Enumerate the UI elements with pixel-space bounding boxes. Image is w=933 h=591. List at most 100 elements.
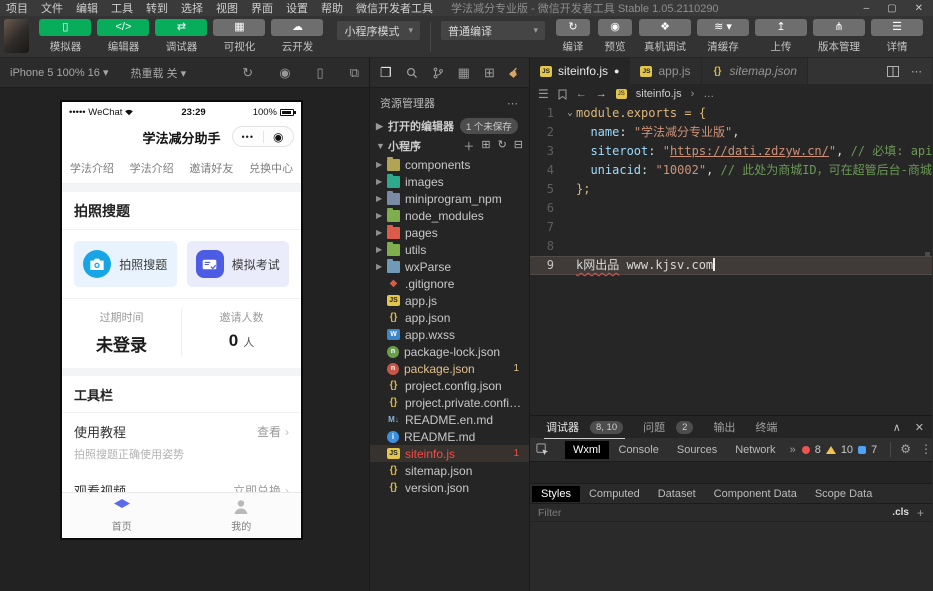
tree-row[interactable]: ▶ pages [370, 224, 529, 241]
panel-tab-问题[interactable]: 问题 2 [635, 416, 701, 438]
record-icon[interactable]: ◉ [279, 65, 290, 81]
collapse-icon[interactable]: ∧ [893, 421, 901, 434]
menu-item[interactable]: 微信开发者工具 [356, 0, 433, 16]
breadcrumb-more[interactable]: … [703, 88, 714, 100]
tree-row[interactable]: {} sitemap.json [370, 462, 529, 479]
refresh-icon[interactable]: ↻ [498, 138, 507, 154]
more-actions-icon[interactable]: ⋯ [507, 97, 519, 110]
menu-item[interactable]: 项目 [6, 0, 28, 16]
mini-tab-item[interactable]: 邀请好友 [189, 160, 233, 176]
action-上传[interactable]: ↥ 上传 [753, 19, 809, 54]
minimize-button[interactable]: – [864, 3, 870, 14]
back-icon[interactable]: ← [576, 88, 587, 100]
inspector-tab-scope-data[interactable]: Scope Data [806, 486, 881, 502]
panel-tab-输出[interactable]: 输出 [705, 416, 743, 438]
tree-row[interactable]: {} app.json [370, 309, 529, 326]
device-select[interactable]: iPhone 5 100% 16 ▾ [10, 66, 109, 79]
code-editor[interactable]: 1 ⌄ module.exports = {2 name: "学法减分专业版", 3 … [530, 104, 932, 415]
maximize-button[interactable]: ▢ [887, 3, 896, 14]
extensions-icon[interactable]: ▦ [458, 65, 470, 81]
tree-row[interactable]: ▶ miniprogram_npm [370, 190, 529, 207]
mock-exam-button[interactable]: 模拟考试 [186, 241, 289, 287]
devtools-tab-wxml[interactable]: Wxml [565, 440, 609, 459]
capsule-exit-button[interactable]: ◉ [264, 130, 294, 144]
action-编译[interactable]: ↻ 编译 [553, 19, 593, 54]
code-line[interactable]: 1 ⌄ module.exports = { [530, 104, 932, 123]
inspector-tab-computed[interactable]: Computed [580, 486, 649, 502]
tabbar-home[interactable]: 首页 [62, 493, 182, 538]
photo-search-button[interactable]: 拍照搜题 [74, 241, 177, 287]
bookmark-icon[interactable] [558, 89, 567, 100]
list-item[interactable]: 使用教程 查看 › [62, 413, 301, 443]
add-class-icon[interactable]: + [917, 506, 924, 520]
menu-item[interactable]: 设置 [286, 0, 308, 16]
menu-item[interactable]: 工具 [111, 0, 133, 16]
devtools-tab-sources[interactable]: Sources [669, 441, 725, 459]
tree-row[interactable]: Wapp.wxss [370, 326, 529, 343]
code-line[interactable]: 8 [530, 237, 932, 256]
hand-icon[interactable]: ☛ [505, 63, 525, 83]
code-line[interactable]: 5}; [530, 180, 932, 199]
code-line[interactable]: 2 name: "学法减分专业版", [530, 123, 932, 142]
tree-row[interactable]: ▶ images [370, 173, 529, 190]
close-button[interactable]: ✕ [915, 3, 923, 14]
panel-tab-调试器[interactable]: 调试器 8, 10 [538, 416, 631, 439]
tree-row[interactable]: n package-lock.json [370, 343, 529, 360]
tree-row[interactable]: ▶ components [370, 156, 529, 173]
tree-row[interactable]: i README.md [370, 428, 529, 445]
refresh-icon[interactable]: ↻ [242, 65, 253, 81]
mini-tab-item[interactable]: 兑换中心 [249, 160, 293, 176]
source-control-icon[interactable] [432, 67, 444, 79]
action-真机调试[interactable]: ❖ 真机调试 [637, 19, 693, 54]
tree-row[interactable]: JS app.js [370, 292, 529, 309]
collapse-all-icon[interactable]: ⊟ [514, 138, 523, 154]
devtools-tab-console[interactable]: Console [611, 441, 667, 459]
action-版本管理[interactable]: ⋔ 版本管理 [811, 19, 867, 54]
npm-scripts-icon[interactable]: ⊞ [484, 65, 495, 81]
avatar[interactable] [4, 19, 30, 53]
code-line[interactable]: 7 [530, 218, 932, 237]
fold-icon[interactable]: ⌄ [564, 104, 576, 123]
code-line[interactable]: 6 [530, 199, 932, 218]
tree-row[interactable]: ▶ node_modules [370, 207, 529, 224]
tree-row[interactable]: {} project.config.json [370, 377, 529, 394]
editor-tab[interactable]: {} sitemap.json [701, 58, 808, 84]
tabbar-mine[interactable]: 我的 [182, 493, 302, 538]
list-item-action[interactable]: 立即兑换 [233, 482, 281, 492]
hot-reload-select[interactable]: 热重载 关 ▾ [131, 65, 187, 81]
menu-item[interactable]: 界面 [251, 0, 273, 16]
search-icon[interactable] [406, 67, 418, 79]
tool-cloud[interactable]: ☁ 云开发 [269, 19, 325, 54]
tool-simulator[interactable]: ▯ 模拟器 [37, 19, 93, 54]
editor-tab[interactable]: JS siteinfo.js ● [530, 58, 631, 84]
new-folder-icon[interactable]: ⊞ [481, 138, 490, 154]
kebab-menu-icon[interactable]: ⋮ [920, 442, 932, 457]
menu-icon[interactable]: ☰ [538, 87, 549, 101]
new-file-icon[interactable]: ＋ [463, 138, 474, 154]
settings-icon[interactable]: ⚙ [900, 442, 911, 457]
elements-area[interactable] [530, 462, 932, 484]
inspect-element-icon[interactable] [536, 443, 549, 456]
tree-row[interactable]: {} version.json [370, 479, 529, 496]
inspector-tab-component-data[interactable]: Component Data [705, 486, 806, 502]
mini-tab-item[interactable]: 学法介绍 [130, 160, 174, 176]
more-button[interactable]: ••• [233, 132, 263, 142]
mini-tab-item[interactable]: 学法介绍 [70, 160, 114, 176]
tree-row[interactable]: ◆ .gitignore [370, 275, 529, 292]
project-section[interactable]: ▼ 小程序 ＋ ⊞ ↻ ⊟ [370, 136, 529, 156]
split-editor-icon[interactable] [887, 65, 899, 77]
device-frame-icon[interactable]: ▯ [317, 65, 324, 81]
action-详情[interactable]: ☰ 详情 [869, 19, 925, 54]
menu-item[interactable]: 视图 [216, 0, 238, 16]
breadcrumb-file[interactable]: siteinfo.js [636, 88, 682, 100]
menu-item[interactable]: 转到 [146, 0, 168, 16]
tree-row[interactable]: ▶ wxParse [370, 258, 529, 275]
tree-row[interactable]: M↓ README.en.md [370, 411, 529, 428]
mode-select[interactable]: 小程序模式 ▾ [337, 21, 420, 40]
tool-editor[interactable]: </> 编辑器 [95, 19, 151, 54]
filter-input[interactable] [538, 506, 893, 519]
files-icon[interactable]: ❐ [380, 65, 392, 81]
action-清缓存[interactable]: ≋ ▾ 清缓存 [695, 19, 751, 54]
code-line[interactable]: 3 siteroot: "https://dati.zdzyw.cn/", //… [530, 142, 932, 161]
list-item[interactable]: 观看视频 立即兑换 › [62, 472, 301, 493]
